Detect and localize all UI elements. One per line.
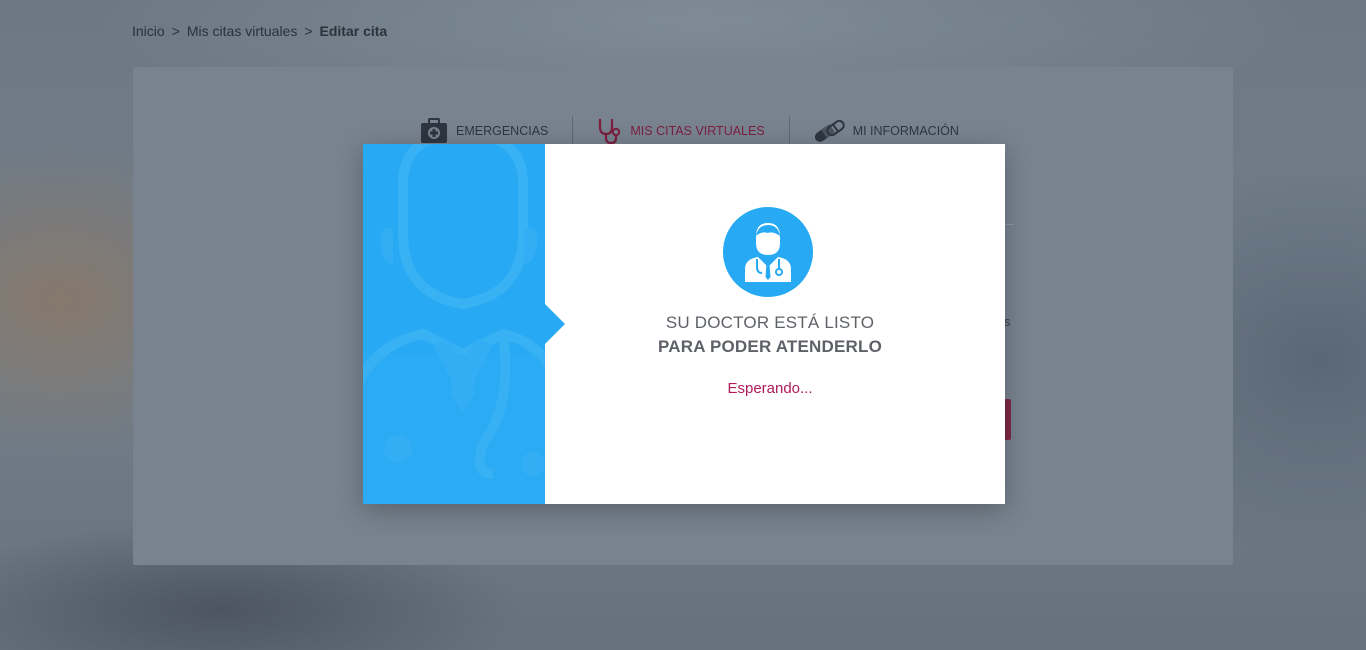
modal-content: SU DOCTOR ESTÁ LISTO PARA PODER ATENDERL… — [545, 144, 1005, 504]
tab-label: EMERGENCIAS — [456, 124, 549, 138]
tab-label: MIS CITAS VIRTUALES — [630, 124, 765, 138]
breadcrumb-link-mis-citas[interactable]: Mis citas virtuales — [187, 23, 297, 39]
doctor-ready-modal: SU DOCTOR ESTÁ LISTO PARA PODER ATENDERL… — [363, 144, 1005, 504]
tab-label: MI INFORMACIÓN — [852, 124, 959, 138]
waiting-status: Esperando... — [727, 380, 813, 397]
breadcrumb-current: Editar cita — [319, 23, 388, 39]
breadcrumb-separator: > — [304, 23, 313, 39]
modal-title-line-2: PARA PODER ATENDERLO — [657, 337, 883, 356]
breadcrumb: Inicio > Mis citas virtuales > Editar cita — [132, 23, 387, 39]
modal-title-line-1: SU DOCTOR ESTÁ LISTO — [665, 313, 875, 332]
modal-illustration-panel — [363, 144, 545, 504]
doctor-silhouette-illustration — [363, 144, 545, 504]
first-aid-kit-icon — [421, 118, 447, 143]
tab-mi-informacion[interactable]: MI INFORMACIÓN — [788, 114, 983, 148]
tab-mis-citas-virtuales[interactable]: MIS CITAS VIRTUALES — [572, 114, 788, 148]
pills-icon — [814, 119, 845, 142]
breadcrumb-separator: > — [171, 23, 180, 39]
doctor-icon — [723, 207, 813, 297]
main-nav-tabs: EMERGENCIAS MIS CITAS VIRTUALES MI INFOR… — [420, 114, 983, 148]
divider — [1004, 224, 1014, 225]
tab-emergencias[interactable]: EMERGENCIAS — [420, 114, 572, 148]
stethoscope-icon — [599, 119, 621, 145]
breadcrumb-link-inicio[interactable]: Inicio — [132, 23, 165, 39]
